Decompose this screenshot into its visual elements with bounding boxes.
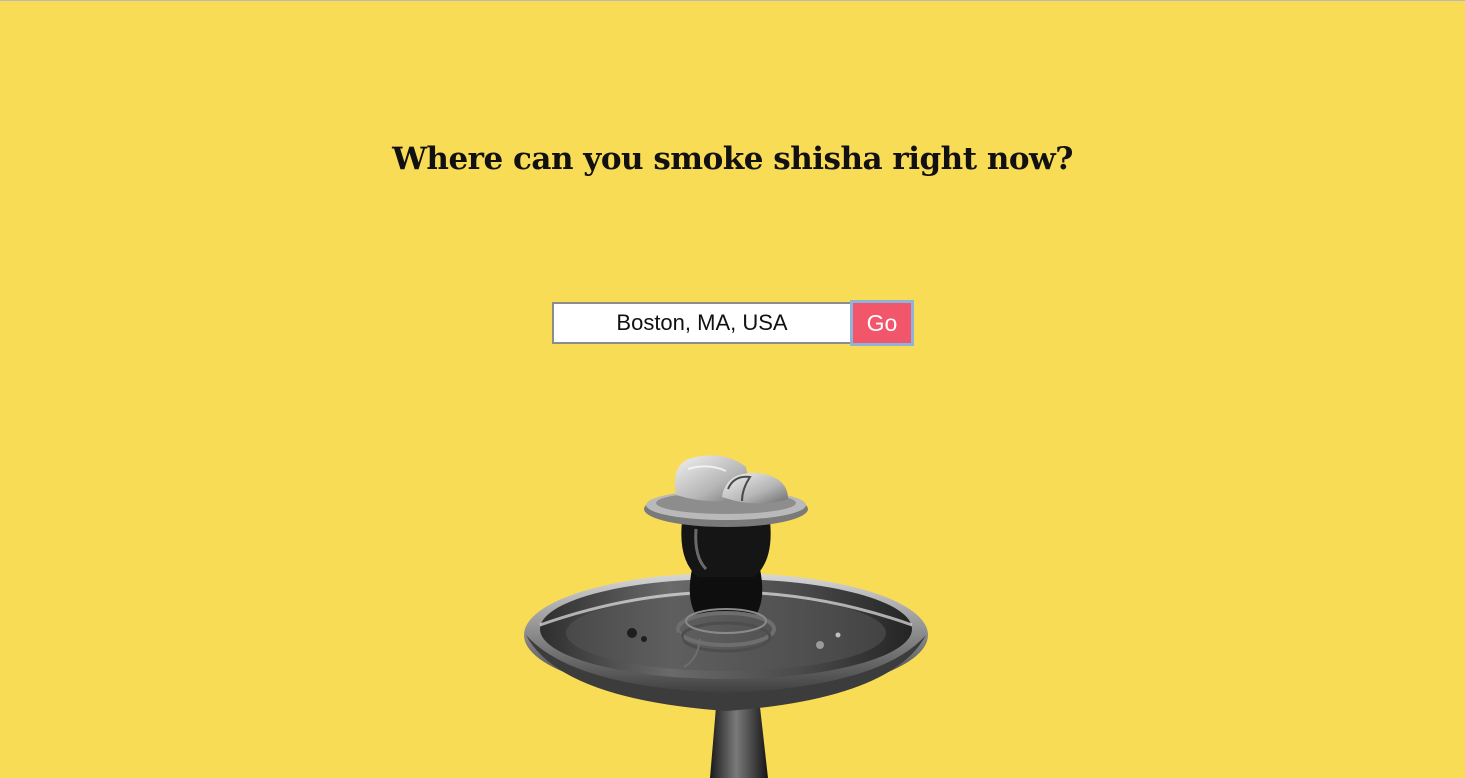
location-input[interactable] [552, 302, 850, 344]
hookah-illustration [524, 455, 928, 778]
go-button[interactable]: Go [850, 300, 914, 346]
page-title: Where can you smoke shisha right now? [392, 141, 1073, 177]
location-search-form: Go [552, 300, 914, 346]
